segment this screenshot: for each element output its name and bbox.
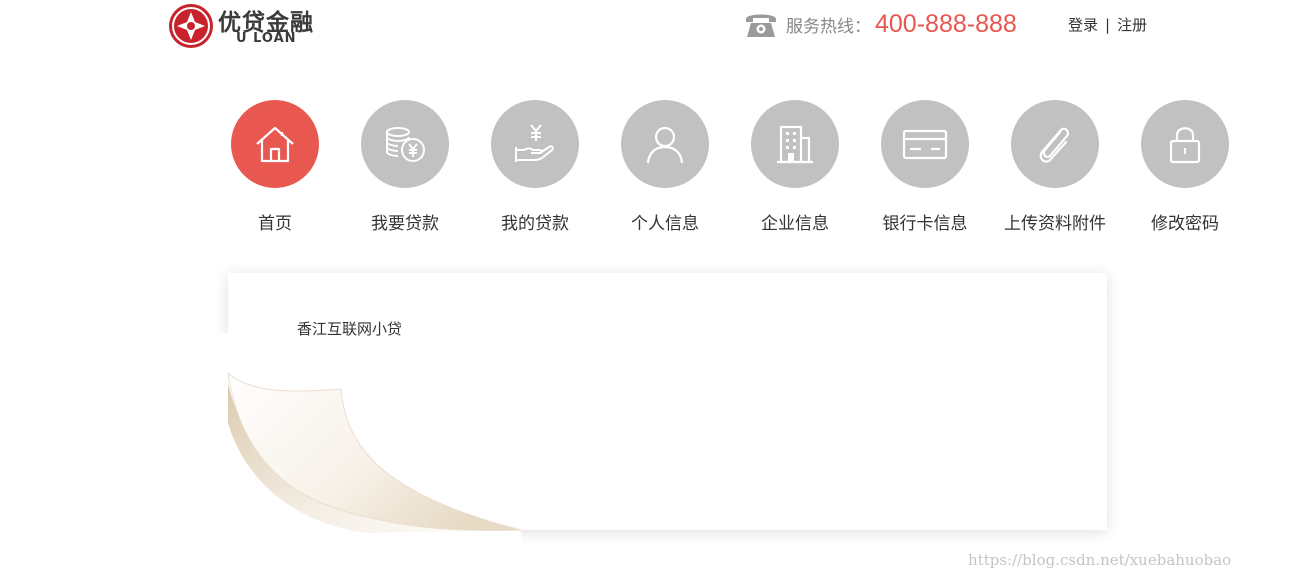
nav-item-my-loans[interactable]: 我的贷款 — [470, 100, 600, 240]
uloan-logo-mark-icon — [169, 4, 213, 48]
hotline-number: 400-888-888 — [875, 9, 1017, 38]
nav-circle — [1141, 100, 1229, 188]
nav-item-upload-attachments[interactable]: 上传资料附件 — [990, 100, 1120, 240]
user-icon — [646, 126, 684, 164]
nav-label: 首页 — [258, 214, 292, 234]
hand-yen-icon — [515, 124, 554, 162]
hotline-label: 服务热线： — [786, 16, 871, 37]
nav-circle — [751, 100, 839, 188]
bank-card-icon — [902, 129, 948, 160]
nav-circle — [1011, 100, 1099, 188]
nav-circle — [491, 100, 579, 188]
coins-yen-icon — [386, 127, 425, 162]
login-link[interactable]: 登录 — [1068, 16, 1098, 34]
auth-links: 登录 | 注册 — [1068, 14, 1147, 35]
page-curl-decoration — [206, 333, 522, 553]
nav-item-home[interactable]: 首页 — [210, 100, 340, 240]
nav-label: 我要贷款 — [371, 214, 439, 234]
nav-circle — [361, 100, 449, 188]
nav-circle — [231, 100, 319, 188]
nav-label: 修改密码 — [1151, 214, 1219, 234]
building-icon — [777, 125, 813, 164]
nav-label: 上传资料附件 — [1004, 214, 1106, 234]
nav-item-bank-card[interactable]: 银行卡信息 — [860, 100, 990, 240]
nav-circle — [881, 100, 969, 188]
nav-item-company-info[interactable]: 企业信息 — [730, 100, 860, 240]
service-hotline: 服务热线： 400-888-888 — [744, 6, 1017, 42]
watermark-url: https://blog.csdn.net/xuebahuobao — [968, 551, 1232, 569]
lock-icon — [1169, 127, 1201, 164]
brand-name-en: U LOAN — [236, 31, 297, 46]
nav-item-change-password[interactable]: 修改密码 — [1120, 100, 1250, 240]
home-icon — [256, 126, 294, 163]
main-nav: 首页 我要贷款 我的贷款 个人信息 企业信息 银行卡信息 上传资料附件 修改密码 — [210, 100, 1250, 240]
register-link[interactable]: 注册 — [1117, 16, 1147, 34]
nav-item-personal-info[interactable]: 个人信息 — [600, 100, 730, 240]
content-panel: 香江互联网小贷 — [206, 273, 1107, 553]
panel-title: 香江互联网小贷 — [297, 320, 403, 338]
nav-label: 个人信息 — [631, 214, 699, 234]
paperclip-icon — [1039, 127, 1069, 163]
nav-label: 企业信息 — [761, 214, 829, 234]
auth-separator: | — [1105, 16, 1111, 34]
nav-label: 银行卡信息 — [882, 214, 968, 234]
nav-label: 我的贷款 — [501, 214, 569, 234]
brand-logo[interactable]: 优贷金融 U LOAN — [168, 3, 328, 49]
nav-circle — [621, 100, 709, 188]
nav-item-apply-loan[interactable]: 我要贷款 — [340, 100, 470, 240]
telephone-icon — [746, 14, 776, 37]
